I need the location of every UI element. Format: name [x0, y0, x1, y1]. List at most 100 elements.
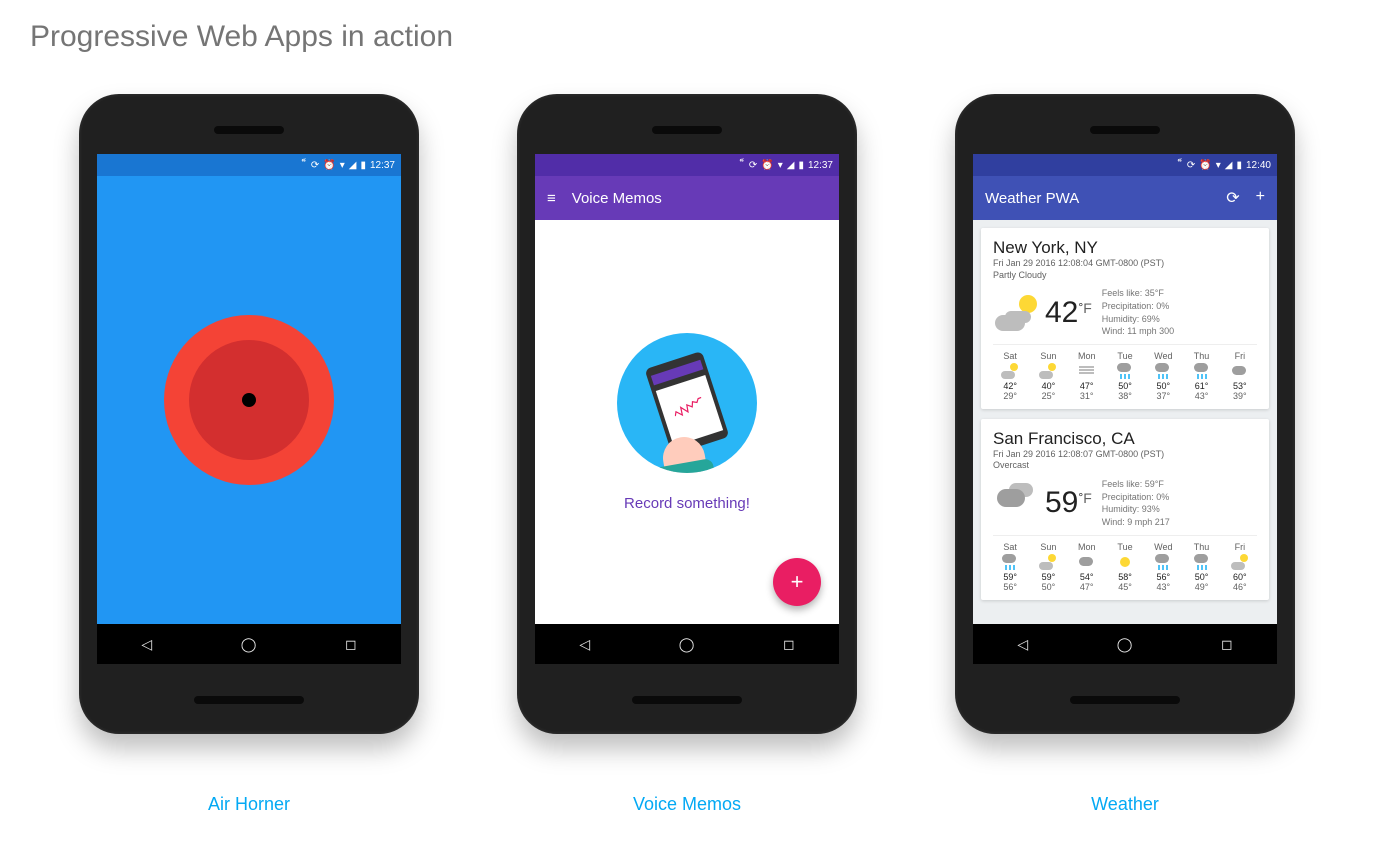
forecast-day: Thu50°49°	[1184, 542, 1218, 592]
current-row: 42°F Feels like: 35°FPrecipitation: 0%Hum…	[993, 287, 1257, 337]
weather-card[interactable]: San Francisco, CAFri Jan 29 2016 12:08:0…	[981, 419, 1269, 600]
forecast-day: Wed50°37°	[1146, 351, 1180, 401]
appbar-title: Voice Memos	[572, 190, 662, 207]
forecast-row: Sat59°56°Sun59°50°Mon54°47°Tue58°45°Wed5…	[993, 535, 1257, 592]
clock: 12:37	[808, 160, 833, 171]
voicememos-appbar: ≡ Voice Memos	[535, 176, 839, 220]
forecast-icon	[1039, 363, 1057, 379]
forecast-day: Fri53°39°	[1223, 351, 1257, 401]
sync-icon: ⟳	[749, 160, 757, 171]
sync-icon: ⟳	[311, 160, 319, 171]
forecast-icon	[1231, 363, 1249, 379]
link-weather[interactable]: Weather	[1091, 794, 1159, 815]
weather-card[interactable]: New York, NYFri Jan 29 2016 12:08:04 GMT…	[981, 228, 1269, 409]
forecast-icon	[1116, 363, 1134, 379]
android-navbar: ◁ ◯ ◻	[973, 624, 1277, 664]
forecast-day: Sat59°56°	[993, 542, 1027, 592]
forecast-day: Mon47°31°	[1070, 351, 1104, 401]
forecast-day: Sat42°29°	[993, 351, 1027, 401]
android-navbar: ◁ ◯ ◻	[535, 624, 839, 664]
phone-weather: ็ ⟳ ⏰ ▾ ◢ ▮ 12:40 Weather PWA ⟳ + New Yo…	[935, 94, 1315, 815]
forecast-day: Tue50°38°	[1108, 351, 1142, 401]
menu-icon[interactable]: ≡	[547, 190, 556, 207]
phones-row: ็ ⟳ ⏰ ▾ ◢ ▮ 12:37 ◁ ◯	[30, 94, 1344, 815]
screen: ็ ⟳ ⏰ ▾ ◢ ▮ 12:37 ◁ ◯	[97, 154, 401, 664]
link-airhorner[interactable]: Air Horner	[208, 794, 290, 815]
recent-icon[interactable]: ◻	[783, 636, 795, 653]
forecast-icon	[1154, 554, 1172, 570]
details: Feels like: 59°FPrecipitation: 0%Humidit…	[1102, 478, 1170, 528]
voicememos-body: Record something! +	[535, 220, 839, 624]
back-icon[interactable]: ◁	[579, 636, 590, 653]
appbar-actions: ⟳ +	[1226, 188, 1265, 208]
waveform-icon	[670, 390, 706, 423]
refresh-icon[interactable]: ⟳	[1226, 188, 1239, 208]
horn-dot-icon	[242, 393, 256, 407]
add-icon[interactable]: +	[1256, 188, 1265, 208]
clock: 12:40	[1246, 160, 1271, 171]
timestamp: Fri Jan 29 2016 12:08:07 GMT-0800 (PST)	[993, 449, 1257, 461]
current-row: 59°F Feels like: 59°FPrecipitation: 0%Hum…	[993, 478, 1257, 528]
forecast-day: Tue58°45°	[1108, 542, 1142, 592]
forecast-icon	[1231, 554, 1249, 570]
forecast-day: Wed56°43°	[1146, 542, 1180, 592]
home-icon[interactable]: ◯	[1117, 636, 1133, 653]
android-navbar: ◁ ◯ ◻	[97, 624, 401, 664]
city-name: New York, NY	[993, 238, 1257, 258]
current-temp: 59°F	[1045, 486, 1092, 520]
alarm-icon: ⏰	[1199, 160, 1211, 171]
battery-icon: ▮	[1236, 160, 1242, 171]
record-illustration	[617, 333, 757, 473]
forecast-icon	[1193, 363, 1211, 379]
weather-icon	[993, 483, 1041, 523]
status-bar: ็ ⟳ ⏰ ▾ ◢ ▮ 12:37	[535, 154, 839, 176]
wifi-icon: ▾	[340, 160, 345, 171]
forecast-icon	[1078, 363, 1096, 379]
recent-icon[interactable]: ◻	[345, 636, 357, 653]
back-icon[interactable]: ◁	[141, 636, 152, 653]
forecast-icon	[1116, 554, 1134, 570]
record-caption: Record something!	[624, 495, 750, 512]
weather-appbar: Weather PWA ⟳ +	[973, 176, 1277, 220]
home-icon[interactable]: ◯	[241, 636, 257, 653]
device-frame: ็ ⟳ ⏰ ▾ ◢ ▮ 12:37 ◁ ◯	[79, 94, 419, 734]
horn-inner	[189, 340, 309, 460]
current-temp: 42°F	[1045, 296, 1092, 330]
recent-icon[interactable]: ◻	[1221, 636, 1233, 653]
fab-add-button[interactable]: +	[773, 558, 821, 606]
forecast-day: Sun59°50°	[1031, 542, 1065, 592]
condition: Partly Cloudy	[993, 270, 1257, 282]
home-icon[interactable]: ◯	[679, 636, 695, 653]
screen: ็ ⟳ ⏰ ▾ ◢ ▮ 12:37 ≡ Voice Memos	[535, 154, 839, 664]
back-icon[interactable]: ◁	[1017, 636, 1028, 653]
forecast-icon	[1001, 363, 1019, 379]
weather-icon	[993, 293, 1041, 333]
forecast-row: Sat42°29°Sun40°25°Mon47°31°Tue50°38°Wed5…	[993, 344, 1257, 401]
forecast-icon	[1039, 554, 1057, 570]
details: Feels like: 35°FPrecipitation: 0%Humidit…	[1102, 287, 1174, 337]
forecast-day: Mon54°47°	[1070, 542, 1104, 592]
phone-airhorner: ็ ⟳ ⏰ ▾ ◢ ▮ 12:37 ◁ ◯	[59, 94, 439, 815]
battery-icon: ▮	[360, 160, 366, 171]
forecast-day: Sun40°25°	[1031, 351, 1065, 401]
forecast-day: Thu61°43°	[1184, 351, 1218, 401]
forecast-icon	[1193, 554, 1211, 570]
horn-button[interactable]	[164, 315, 334, 485]
screen: ็ ⟳ ⏰ ▾ ◢ ▮ 12:40 Weather PWA ⟳ + New Yo…	[973, 154, 1277, 664]
phone-voicememos: ็ ⟳ ⏰ ▾ ◢ ▮ 12:37 ≡ Voice Memos	[497, 94, 877, 815]
link-voicememos[interactable]: Voice Memos	[633, 794, 741, 815]
device-frame: ็ ⟳ ⏰ ▾ ◢ ▮ 12:37 ≡ Voice Memos	[517, 94, 857, 734]
wifi-icon: ▾	[1216, 160, 1221, 171]
city-name: San Francisco, CA	[993, 429, 1257, 449]
status-bar: ็ ⟳ ⏰ ▾ ◢ ▮ 12:37	[97, 154, 401, 176]
airhorner-body	[97, 176, 401, 624]
alarm-icon: ⏰	[323, 160, 335, 171]
clock: 12:37	[370, 160, 395, 171]
timestamp: Fri Jan 29 2016 12:08:04 GMT-0800 (PST)	[993, 258, 1257, 270]
status-bar: ็ ⟳ ⏰ ▾ ◢ ▮ 12:40	[973, 154, 1277, 176]
sync-icon: ⟳	[1187, 160, 1195, 171]
page-title: Progressive Web Apps in action	[30, 20, 1344, 54]
forecast-day: Fri60°46°	[1223, 542, 1257, 592]
forecast-icon	[1078, 554, 1096, 570]
forecast-icon	[1001, 554, 1019, 570]
